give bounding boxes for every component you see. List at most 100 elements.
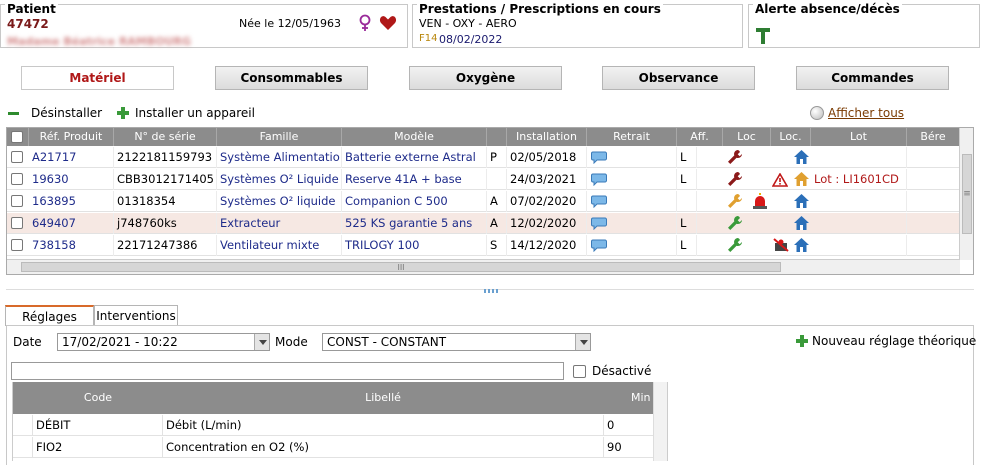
- home-icon[interactable]: [793, 149, 810, 165]
- table-row[interactable]: 649407 j748760ks Extracteur 525 KS garan…: [7, 213, 960, 234]
- new-setting-button[interactable]: Nouveau réglage théorique: [796, 334, 976, 348]
- col-libelle[interactable]: Libellé: [163, 382, 603, 414]
- home-icon[interactable]: [793, 193, 810, 209]
- prestations-line: VEN - OXY - AERO: [419, 17, 517, 30]
- row-checkbox[interactable]: [11, 151, 23, 163]
- tab-reglages[interactable]: Réglages: [5, 305, 94, 326]
- col-retrait[interactable]: Retrait: [587, 128, 677, 146]
- col-aff[interactable]: Aff.: [677, 128, 723, 146]
- row-checkbox[interactable]: [11, 239, 23, 251]
- hscroll-grip: III: [397, 263, 405, 272]
- table-row[interactable]: DÉBIT Débit (L/min) 0: [13, 415, 653, 436]
- show-all-toggle[interactable]: Afficher tous: [810, 106, 904, 120]
- cell-lot: [811, 147, 907, 168]
- tab-interventions[interactable]: Interventions: [94, 305, 178, 326]
- col-bere[interactable]: Bére: [907, 128, 960, 146]
- col-modele[interactable]: Modèle: [342, 128, 487, 146]
- comment-icon[interactable]: [591, 151, 607, 164]
- header-select-all[interactable]: [7, 128, 29, 146]
- cell-flag: A: [487, 191, 507, 212]
- cell-modele: Companion C 500: [342, 191, 487, 212]
- grid-vertical-scrollbar[interactable]: ≡: [959, 128, 973, 260]
- tab-consommables[interactable]: Consommables: [215, 66, 368, 90]
- col-lot[interactable]: Lot: [811, 128, 907, 146]
- deactivated-checkbox-box[interactable]: [573, 364, 586, 378]
- cell-lot: [811, 213, 907, 234]
- table-row[interactable]: 163895 01318354 Systèmes O² liquide Comp…: [7, 191, 960, 212]
- row-checkbox[interactable]: [11, 195, 23, 207]
- cell-famille: Ventilateur mixte: [217, 235, 342, 256]
- mode-value: CONST - CONSTANT: [327, 335, 447, 349]
- alarm-light-icon[interactable]: [752, 193, 768, 210]
- col-installation[interactable]: Installation: [507, 128, 587, 146]
- col-loc[interactable]: Loc.: [771, 128, 811, 146]
- deactivated-checkbox[interactable]: Désactivé: [573, 364, 651, 378]
- tab-commandes[interactable]: Commandes: [796, 66, 949, 90]
- cell-aff: L: [677, 147, 697, 168]
- row-checkbox[interactable]: [11, 173, 23, 185]
- cell-ref[interactable]: 649407: [29, 213, 114, 234]
- cell-ref[interactable]: 163895: [29, 191, 114, 212]
- grid-vertical-thumb[interactable]: ≡: [962, 154, 972, 234]
- female-icon: [359, 14, 371, 31]
- table-row[interactable]: A21717 2122181159793 Système Alimentatio…: [7, 147, 960, 168]
- table-row[interactable]: 19630 CBB3012171405 Systèmes O² Liquide …: [7, 169, 960, 190]
- col-loc-alert[interactable]: Loc: [723, 128, 771, 146]
- grid-horizontal-scrollbar[interactable]: III: [7, 259, 960, 274]
- grid-header: Réf. Produit N° de série Famille Modèle …: [7, 128, 960, 146]
- settings-grid-scrollbar[interactable]: [653, 382, 667, 461]
- tab-observance[interactable]: Observance: [602, 66, 755, 90]
- comment-icon[interactable]: [591, 195, 607, 208]
- cell-lot: [811, 191, 907, 212]
- chevron-down-icon[interactable]: [575, 334, 590, 350]
- cell-ref[interactable]: 19630: [29, 169, 114, 190]
- cell-flag: P: [487, 147, 507, 168]
- cell-ref[interactable]: A21717: [29, 147, 114, 168]
- wrench-icon[interactable]: [727, 193, 743, 209]
- table-row[interactable]: FIO2 Concentration en O2 (%) 90: [13, 437, 653, 458]
- new-setting-label: Nouveau réglage théorique: [812, 334, 977, 348]
- select-all-checkbox[interactable]: [11, 131, 23, 143]
- uninstall-button[interactable]: Désinstaller: [8, 106, 102, 120]
- col-serial[interactable]: N° de série: [114, 128, 217, 146]
- patient-panel: Patient 47472 Madame Béatrice RAMBOURG N…: [0, 2, 408, 48]
- comment-icon[interactable]: [591, 239, 607, 252]
- tombstone-t-icon[interactable]: [755, 27, 771, 45]
- mode-select[interactable]: CONST - CONSTANT: [322, 333, 591, 351]
- chevron-down-icon[interactable]: [254, 334, 269, 350]
- table-row[interactable]: 738158 22171247386 Ventilateur mixte TRI…: [7, 235, 960, 256]
- splitter-grip[interactable]: [484, 289, 498, 293]
- row-checkbox[interactable]: [11, 217, 23, 229]
- home-icon[interactable]: [793, 237, 810, 253]
- tab-materiel[interactable]: Matériel: [21, 66, 174, 90]
- home-icon[interactable]: [793, 171, 810, 187]
- wrench-icon[interactable]: [727, 171, 743, 187]
- grid-horizontal-thumb[interactable]: III: [21, 262, 781, 272]
- wrench-icon[interactable]: [727, 237, 743, 253]
- wrench-icon[interactable]: [727, 149, 743, 165]
- cell-aff: [677, 191, 697, 212]
- col-ref-produit[interactable]: Réf. Produit: [29, 128, 114, 146]
- home-icon[interactable]: [793, 215, 810, 231]
- cell-flag: S: [487, 235, 507, 256]
- comment-icon[interactable]: [591, 217, 607, 230]
- cell-ref[interactable]: 738158: [29, 235, 114, 256]
- warning-icon[interactable]: [772, 173, 788, 187]
- install-device-button[interactable]: Installer un appareil: [117, 106, 255, 120]
- date-select[interactable]: 17/02/2021 - 10:22: [57, 333, 270, 351]
- cell-lot: [811, 235, 907, 256]
- cell-famille: Système Alimentatio: [217, 147, 342, 168]
- panel-splitter[interactable]: [6, 289, 974, 293]
- tab-oxygene[interactable]: Oxygène: [409, 66, 562, 90]
- prestations-panel: Prestations / Prescriptions en cours VEN…: [412, 2, 743, 48]
- prestations-date: 08/02/2022: [439, 33, 503, 46]
- row-gutter: [13, 437, 33, 458]
- col-code[interactable]: Code: [33, 382, 163, 414]
- plus-icon: [117, 107, 129, 119]
- cell-serial: 22171247386: [114, 235, 217, 256]
- filter-input[interactable]: [11, 362, 564, 380]
- comment-icon[interactable]: [591, 173, 607, 186]
- col-famille[interactable]: Famille: [217, 128, 342, 146]
- no-access-icon[interactable]: [773, 238, 789, 252]
- wrench-icon[interactable]: [727, 215, 743, 231]
